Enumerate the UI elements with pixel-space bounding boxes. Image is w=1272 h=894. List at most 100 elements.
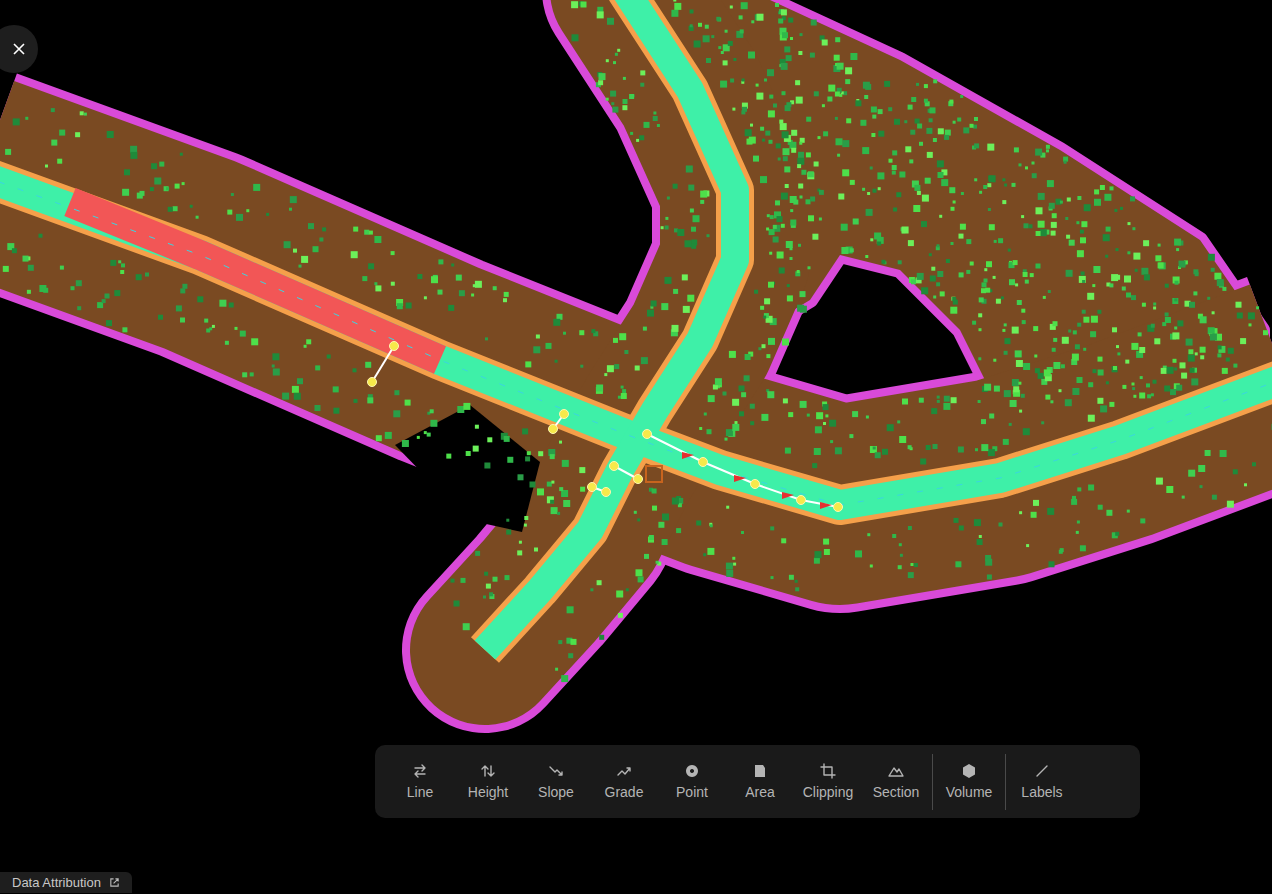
tool-button[interactable]: Area bbox=[727, 755, 793, 808]
tree-point bbox=[1008, 249, 1011, 252]
tree-point bbox=[835, 447, 842, 454]
tree-point bbox=[1166, 486, 1173, 493]
tree-point bbox=[665, 226, 669, 230]
measure-point[interactable] bbox=[549, 425, 558, 434]
tree-point bbox=[988, 208, 991, 211]
tree-point bbox=[1252, 462, 1256, 466]
tree-point bbox=[823, 404, 829, 410]
tree-point bbox=[1047, 508, 1054, 515]
measure-point[interactable] bbox=[602, 488, 611, 497]
tree-point bbox=[760, 176, 767, 183]
tree-point bbox=[1237, 313, 1243, 319]
tree-point bbox=[884, 81, 890, 87]
tree-point bbox=[751, 20, 754, 23]
tool-button[interactable]: Point bbox=[659, 755, 725, 808]
tree-point bbox=[955, 561, 961, 567]
tree-point bbox=[1010, 400, 1017, 407]
tree-point bbox=[765, 131, 770, 136]
tree-point bbox=[1090, 331, 1096, 337]
tree-point bbox=[656, 561, 659, 564]
measure-point[interactable] bbox=[634, 475, 643, 484]
measure-point[interactable] bbox=[610, 462, 619, 471]
measurement[interactable] bbox=[368, 342, 399, 387]
tree-point bbox=[690, 10, 694, 14]
tree-point bbox=[504, 436, 510, 442]
tree-point bbox=[867, 192, 870, 195]
data-attribution-link[interactable]: Data Attribution bbox=[0, 872, 132, 893]
tree-point bbox=[266, 213, 269, 216]
tree-point bbox=[1109, 402, 1114, 407]
tool-button[interactable]: Grade bbox=[591, 755, 657, 808]
measure-point[interactable] bbox=[834, 503, 843, 512]
tree-point bbox=[767, 214, 770, 217]
line-icon bbox=[412, 763, 428, 779]
tree-point bbox=[1012, 183, 1016, 187]
tool-button[interactable]: Height bbox=[455, 755, 521, 808]
tree-point bbox=[791, 148, 796, 153]
tool-button[interactable]: Volume bbox=[936, 755, 1002, 808]
tree-point bbox=[304, 345, 307, 348]
tree-point bbox=[1188, 349, 1193, 354]
measure-point[interactable] bbox=[751, 480, 760, 489]
tree-point bbox=[1059, 389, 1062, 392]
measure-point[interactable] bbox=[368, 378, 377, 387]
tree-point bbox=[579, 330, 584, 335]
measurement[interactable] bbox=[588, 483, 611, 497]
tree-point bbox=[1049, 203, 1055, 209]
tree-point bbox=[822, 104, 825, 107]
tree-point bbox=[1177, 320, 1183, 326]
measurement[interactable] bbox=[610, 462, 643, 484]
tree-point bbox=[782, 131, 789, 138]
tree-point bbox=[835, 37, 840, 42]
tree-point bbox=[572, 34, 579, 41]
measure-point[interactable] bbox=[390, 342, 399, 351]
tree-point bbox=[878, 131, 884, 137]
tree-point bbox=[706, 58, 711, 63]
tree-point bbox=[1153, 307, 1156, 310]
measure-point[interactable] bbox=[797, 496, 806, 505]
tree-point bbox=[894, 119, 900, 125]
tree-point bbox=[1024, 223, 1029, 228]
tree-point bbox=[1052, 348, 1056, 352]
measure-point[interactable] bbox=[588, 483, 597, 492]
tree-point bbox=[938, 172, 944, 178]
tool-button[interactable]: Slope bbox=[523, 755, 589, 808]
tree-point bbox=[1098, 370, 1104, 376]
tree-point bbox=[1115, 532, 1119, 536]
measure-point[interactable] bbox=[699, 458, 708, 467]
tree-point bbox=[253, 184, 260, 191]
tree-point bbox=[870, 238, 873, 241]
measurement[interactable] bbox=[643, 430, 843, 512]
measure-point[interactable] bbox=[643, 430, 652, 439]
tree-point bbox=[951, 397, 957, 403]
tree-point bbox=[559, 441, 562, 444]
tree-point bbox=[877, 172, 884, 179]
tree-point bbox=[1073, 330, 1077, 334]
tree-point bbox=[60, 266, 64, 270]
tree-point bbox=[375, 285, 381, 291]
height-icon bbox=[480, 763, 496, 779]
tree-point bbox=[933, 138, 937, 142]
tree-point bbox=[430, 409, 434, 413]
tool-button[interactable]: Section bbox=[863, 755, 929, 808]
tree-point bbox=[1106, 510, 1112, 516]
tree-point bbox=[1044, 369, 1051, 376]
tree-point bbox=[1170, 389, 1176, 395]
tool-button[interactable]: Line bbox=[387, 755, 453, 808]
measurement[interactable] bbox=[549, 410, 569, 434]
tool-button[interactable]: Labels bbox=[1009, 755, 1075, 808]
tree-point bbox=[448, 305, 454, 311]
tree-point bbox=[800, 196, 803, 199]
tree-point bbox=[763, 316, 766, 319]
tree-point bbox=[1193, 291, 1197, 295]
tree-point bbox=[741, 392, 746, 397]
tree-point bbox=[227, 210, 232, 215]
tree-point bbox=[1046, 149, 1049, 152]
tree-point bbox=[699, 427, 702, 430]
tree-point bbox=[1174, 298, 1177, 301]
tool-button[interactable]: Clipping bbox=[795, 755, 861, 808]
tree-point bbox=[597, 580, 602, 585]
measure-point[interactable] bbox=[560, 410, 569, 419]
tree-point bbox=[1093, 369, 1097, 373]
close-button[interactable] bbox=[0, 25, 38, 73]
